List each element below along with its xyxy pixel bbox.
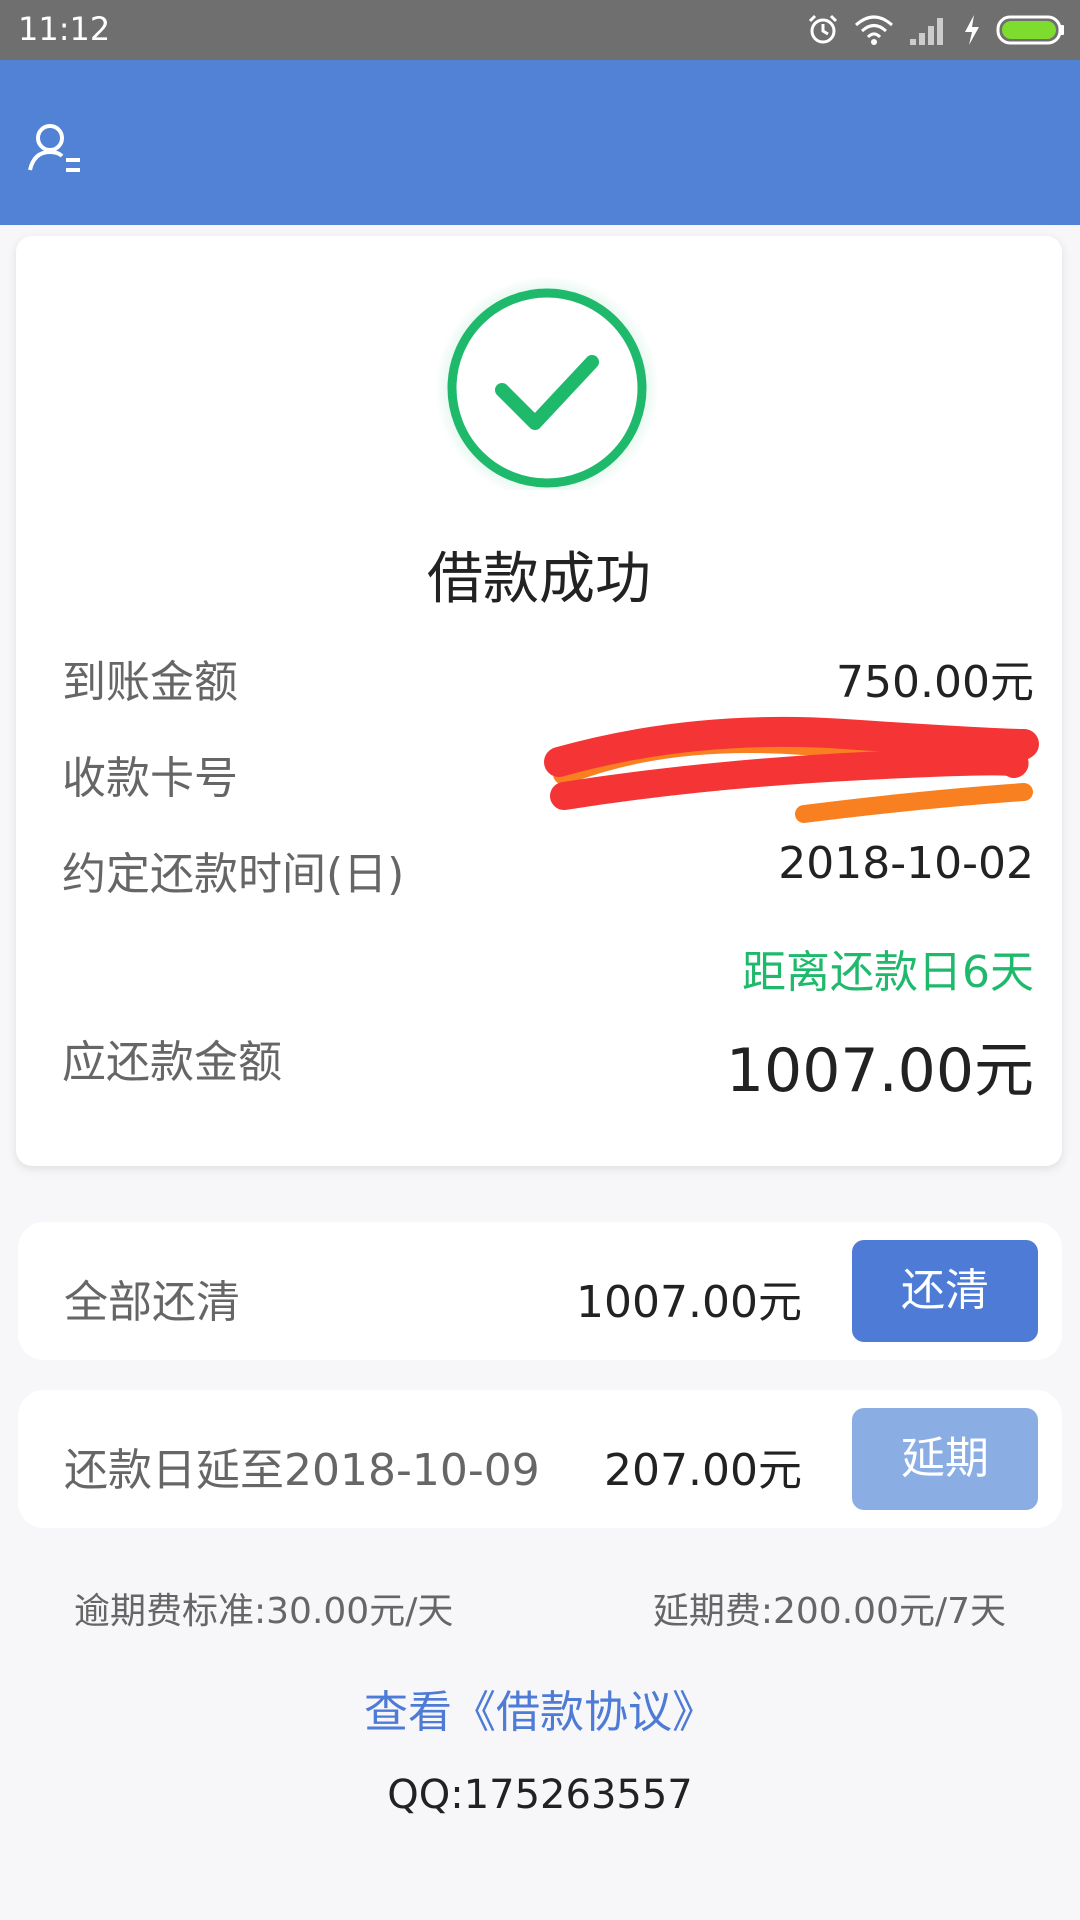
battery-icon xyxy=(996,15,1064,45)
overdue-fee-note: 逾期费标准:30.00元/天 xyxy=(74,1591,454,1632)
signal-icon xyxy=(910,18,943,45)
repayment-date-row: 约定还款时间(日) 2018-10-02 xyxy=(62,838,1034,900)
days-until-due: 距离还款日6天 xyxy=(742,947,1034,998)
extension-fee-note: 延期费:200.00元/7天 xyxy=(652,1591,1006,1632)
repayment-date-label: 约定还款时间(日) xyxy=(62,849,405,900)
extension-label: 还款日延至2018-10-09 xyxy=(64,1445,540,1496)
received-amount-value: 750.00元 xyxy=(836,657,1034,708)
page-title: 借款成功 xyxy=(427,547,651,612)
user-menu-icon[interactable] xyxy=(26,120,86,180)
extension-button[interactable]: 延期 xyxy=(852,1408,1038,1510)
repayment-date-value: 2018-10-02 xyxy=(778,838,1034,889)
extension-amount: 207.00元 xyxy=(604,1445,802,1496)
status-bar: 11:12 xyxy=(0,0,1080,60)
success-check-icon xyxy=(435,276,659,490)
loan-result-card: 借款成功 到账金额 750.00元 收款卡号 约定还款时间(日) 2018-10… xyxy=(16,236,1062,1166)
pay-off-button[interactable]: 还清 xyxy=(852,1240,1038,1342)
pay-off-option: 全部还清 1007.00元 还清 xyxy=(18,1222,1062,1360)
wifi-icon xyxy=(855,15,893,45)
status-time: 11:12 xyxy=(18,10,111,48)
received-amount-label: 到账金额 xyxy=(62,657,238,708)
amount-due-label: 应还款金额 xyxy=(62,1037,282,1088)
status-icons xyxy=(806,12,1066,48)
loan-agreement-link[interactable]: 查看《借款协议》 xyxy=(0,1676,1080,1740)
alarm-icon xyxy=(808,14,838,44)
extension-option: 还款日延至2018-10-09 207.00元 延期 xyxy=(18,1390,1062,1528)
card-number-label: 收款卡号 xyxy=(62,753,238,804)
pay-off-label: 全部还清 xyxy=(64,1277,240,1328)
charging-icon xyxy=(965,15,979,45)
pay-off-amount: 1007.00元 xyxy=(576,1277,802,1328)
amount-due-value: 1007.00元 xyxy=(725,1036,1034,1106)
received-amount-row: 到账金额 750.00元 xyxy=(62,646,1034,708)
qq-contact: QQ:175263557 xyxy=(387,1772,693,1818)
app-bar xyxy=(0,60,1080,225)
redaction-scribble xyxy=(544,716,1039,823)
